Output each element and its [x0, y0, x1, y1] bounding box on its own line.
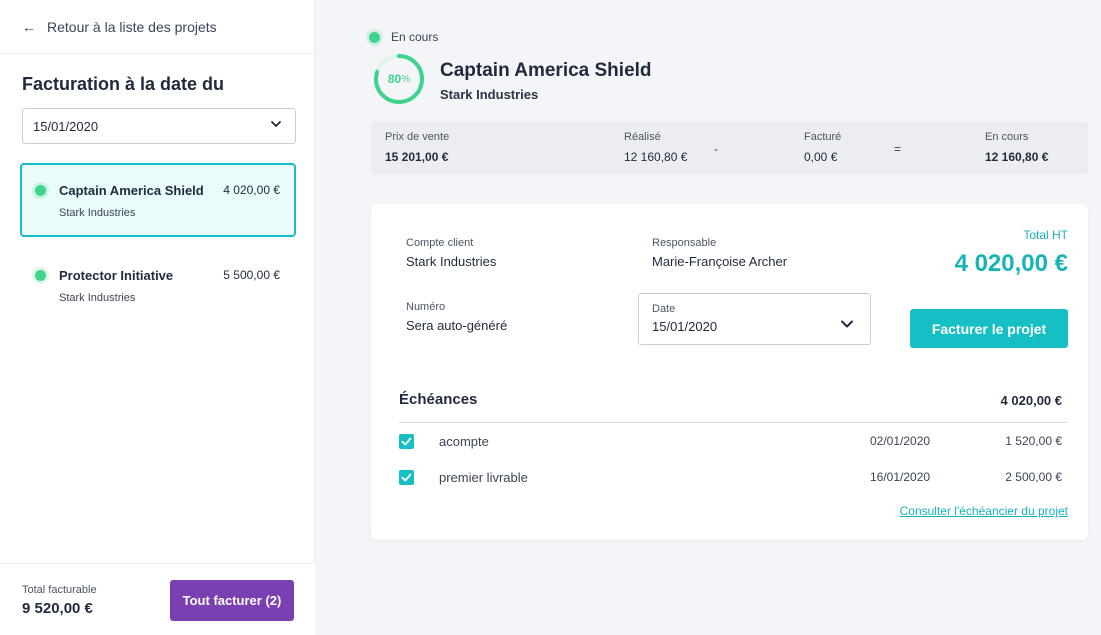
invoice-date-select[interactable]: Date 15/01/2020 — [638, 293, 871, 345]
progress-ring: 80% — [372, 52, 426, 106]
total-billable-label: Total facturable — [22, 584, 97, 596]
client-account-field: Compte client Stark Industries — [406, 237, 496, 269]
installment-checkbox[interactable] — [399, 434, 414, 449]
project-card-amount: 5 500,00 € — [223, 268, 280, 282]
sidebar: ← Retour à la liste des projets Facturat… — [0, 0, 315, 635]
installment-date: 02/01/2020 — [870, 434, 931, 448]
minus-operator: - — [714, 142, 718, 156]
total-ht-value: 4 020,00 € — [954, 250, 1068, 277]
status-label: En cours — [391, 30, 439, 44]
summary-in-progress: En cours 12 160,80 € — [985, 131, 1048, 164]
invoice-number-field: Numéro Sera auto-généré — [406, 301, 507, 333]
bill-all-button[interactable]: Tout facturer (2) — [170, 580, 294, 621]
project-card-client: Stark Industries — [59, 207, 136, 219]
field-value: Marie-Françoise Archer — [652, 254, 788, 269]
summary-label: Facturé — [804, 131, 842, 143]
project-card-protector-initiative[interactable]: Protector Initiative Stark Industries 5 … — [20, 248, 296, 322]
financial-summary: Prix de vente 15 201,00 € Réalisé 12 160… — [371, 122, 1088, 174]
billing-date-select[interactable]: 15/01/2020 — [22, 108, 296, 144]
field-label: Responsable — [652, 237, 717, 249]
summary-invoiced: Facturé 0,00 € — [804, 131, 841, 164]
project-status: En cours — [369, 30, 438, 44]
summary-value: 12 160,80 € — [985, 150, 1049, 164]
installments-total: 4 020,00 € — [1000, 393, 1062, 408]
installment-amount: 2 500,00 € — [1005, 470, 1062, 484]
field-value: Sera auto-généré — [406, 318, 508, 333]
project-card-name: Protector Initiative — [59, 268, 174, 283]
check-icon — [401, 437, 412, 446]
summary-value: 0,00 € — [804, 150, 838, 164]
sidebar-footer: Total facturable 9 520,00 € Tout facture… — [0, 563, 315, 635]
installment-row: premier livrable 16/01/2020 2 500,00 € — [399, 467, 1068, 487]
field-label: Compte client — [406, 237, 474, 249]
summary-label: Réalisé — [624, 131, 661, 143]
status-dot — [35, 185, 46, 196]
progress-percent: 80% — [372, 52, 426, 106]
installment-name: premier livrable — [439, 470, 528, 485]
summary-value: 15 201,00 € — [385, 150, 449, 164]
summary-realized: Réalisé 12 160,80 € — [624, 131, 687, 164]
summary-label: Prix de vente — [385, 131, 450, 143]
total-ht-label: Total HT — [1023, 228, 1068, 242]
project-card-name: Captain America Shield — [59, 183, 204, 198]
invoice-card: Compte client Stark Industries Responsab… — [371, 204, 1088, 540]
bill-project-button[interactable]: Facturer le projet — [910, 309, 1068, 348]
installment-name: acompte — [439, 434, 489, 449]
field-label: Date — [652, 303, 676, 315]
summary-value: 12 160,80 € — [624, 150, 688, 164]
equals-operator: = — [894, 142, 902, 156]
progress-unit: % — [401, 73, 411, 85]
status-dot — [35, 270, 46, 281]
check-icon — [401, 473, 412, 482]
project-card-client: Stark Industries — [59, 292, 136, 304]
installment-checkbox[interactable] — [399, 470, 414, 485]
billing-date-value: 15/01/2020 — [33, 118, 99, 134]
summary-label: En cours — [985, 131, 1029, 143]
view-schedule-link[interactable]: Consulter l'échéancier du projet — [900, 504, 1068, 518]
total-billable-value: 9 520,00 € — [22, 600, 93, 617]
project-client: Stark Industries — [440, 87, 539, 102]
installments-title: Échéances — [399, 391, 478, 408]
back-link-label: Retour à la liste des projets — [47, 19, 217, 35]
field-value: Stark Industries — [406, 254, 497, 269]
installment-row: acompte 02/01/2020 1 520,00 € — [399, 431, 1068, 451]
progress-value: 80 — [387, 72, 402, 86]
installment-date: 16/01/2020 — [870, 470, 931, 484]
project-card-amount: 4 020,00 € — [223, 183, 280, 197]
installment-amount: 1 520,00 € — [1005, 434, 1062, 448]
project-card-captain-america-shield[interactable]: Captain America Shield Stark Industries … — [20, 163, 296, 237]
divider — [399, 422, 1068, 423]
arrow-left-icon: ← — [22, 19, 36, 35]
billing-date-heading: Facturation à la date du — [22, 74, 225, 94]
divider — [0, 53, 315, 54]
project-title: Captain America Shield — [440, 60, 652, 81]
status-dot — [369, 31, 380, 43]
chevron-down-icon — [841, 320, 853, 328]
summary-sale-price: Prix de vente 15 201,00 € — [385, 131, 449, 164]
chevron-down-icon — [271, 121, 281, 127]
field-value: 15/01/2020 — [652, 319, 718, 334]
manager-field: Responsable Marie-Françoise Archer — [652, 237, 787, 269]
back-to-projects-link[interactable]: ← Retour à la liste des projets — [22, 17, 217, 37]
field-label: Numéro — [406, 301, 446, 313]
